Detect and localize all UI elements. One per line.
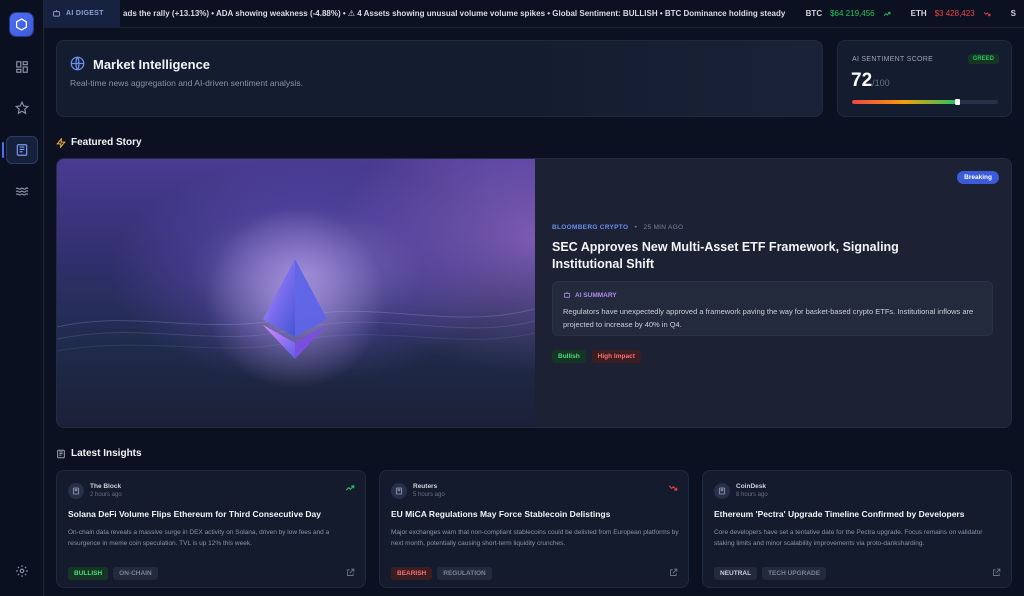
ai-summary-box: AI SUMMARY Regulators have unexpectedly … <box>552 281 993 336</box>
nav-news[interactable] <box>2 136 38 164</box>
source-avatar <box>391 483 407 499</box>
newspaper-icon <box>72 487 80 495</box>
newspaper-icon <box>57 449 65 458</box>
tag-high-impact: High Impact <box>591 350 641 363</box>
hexagon-icon <box>15 18 28 31</box>
insight-card[interactable]: CoinDesk 8 hours ago Ethereum 'Pectra' U… <box>702 470 1012 588</box>
ai-digest-label: AI DIGEST <box>66 10 104 17</box>
sentiment-gauge-marker <box>955 99 961 105</box>
trend-up-icon <box>883 11 891 16</box>
tag-category: TECH UPGRADE <box>762 567 827 580</box>
sentiment-badge: GREED <box>967 54 999 64</box>
robot-icon <box>563 292 571 298</box>
nav-markets[interactable] <box>6 177 38 205</box>
insight-tags: BULLISH ON-CHAIN <box>68 567 158 580</box>
ticker-bar: AI DIGEST ads the rally (+13.13%) • ADA … <box>44 0 1024 28</box>
featured-meta: BLOOMBERG CRYPTO • 25 MIN AGO <box>552 224 684 231</box>
logo[interactable] <box>10 13 33 36</box>
tag-bullish: Bullish <box>552 350 586 363</box>
insight-source: The Block <box>90 483 122 490</box>
featured-title[interactable]: SEC Approves New Multi-Asset ETF Framewo… <box>552 239 952 273</box>
ai-summary-label: AI SUMMARY <box>575 291 617 299</box>
source-avatar <box>714 483 730 499</box>
tag-bullish: BULLISH <box>68 567 109 580</box>
featured-section-label: Featured Story <box>71 137 142 148</box>
featured-section-title: Featured Story <box>56 137 142 148</box>
trend-down-icon <box>983 11 991 16</box>
insight-body: On-chain data reveals a massive surge in… <box>68 529 330 547</box>
sentiment-gauge-fill <box>852 100 958 104</box>
insight-time: 8 hours ago <box>736 492 768 498</box>
featured-time: 25 MIN AGO <box>643 224 684 231</box>
page-subtitle: Real-time news aggregation and AI-driven… <box>70 78 303 88</box>
ticker-symbol: BTC <box>805 9 823 18</box>
insight-tags: BEARISH REGULATION <box>391 567 492 580</box>
featured-body: Breaking BLOOMBERG CRYPTO • 25 MIN AGO S… <box>535 159 1011 427</box>
tag-category: REGULATION <box>437 567 492 580</box>
insight-title[interactable]: Solana DeFi Volume Flips Ethereum for Th… <box>68 509 358 519</box>
trend-up-icon <box>345 485 355 491</box>
newspaper-icon <box>718 487 726 495</box>
newspaper-icon <box>395 487 403 495</box>
insight-source: Reuters <box>413 483 438 490</box>
dashboard-icon <box>16 61 28 73</box>
featured-tags: Bullish High Impact <box>552 350 641 363</box>
ticker-symbol: S <box>1010 9 1016 18</box>
insight-card[interactable]: Reuters 5 hours ago EU MiCA Regulations … <box>379 470 689 588</box>
external-link-icon[interactable] <box>669 568 678 577</box>
insight-title[interactable]: EU MiCA Regulations May Force Stablecoin… <box>391 509 681 519</box>
sentiment-score: 72/100 <box>851 70 890 92</box>
nav-settings[interactable] <box>6 557 38 585</box>
sentiment-card: AI SENTIMENT SCORE GREED 72/100 <box>837 40 1012 117</box>
sidebar <box>0 0 44 596</box>
newspaper-icon <box>16 144 28 156</box>
sentiment-max: /100 <box>872 78 890 88</box>
gear-icon <box>16 565 28 577</box>
featured-story[interactable]: Breaking BLOOMBERG CRYPTO • 25 MIN AGO S… <box>56 158 1012 428</box>
nav-watchlist[interactable] <box>6 94 38 122</box>
sentiment-value: 72 <box>851 70 873 91</box>
insight-body: Core developers have set a tentative dat… <box>714 529 983 547</box>
ai-summary-header: AI SUMMARY <box>563 291 617 299</box>
ticker-price: $64 219,456 <box>830 9 875 18</box>
insight-time: 2 hours ago <box>90 492 122 498</box>
ticker-symbol: ETH <box>910 9 927 18</box>
insight-body: Major exchanges warn that non-compliant … <box>391 529 679 547</box>
lightning-icon <box>56 137 66 148</box>
source-avatar <box>68 483 84 499</box>
ticker-text: ads the rally (+13.13%) • ADA showing we… <box>123 9 786 18</box>
breaking-badge: Breaking <box>957 171 999 184</box>
tag-category: ON-CHAIN <box>113 567 158 580</box>
globe-icon <box>70 56 85 71</box>
waves-icon <box>15 187 29 196</box>
featured-image <box>57 159 536 427</box>
insight-card[interactable]: The Block 2 hours ago Solana DeFi Volume… <box>56 470 366 588</box>
ethereum-illustration <box>57 209 536 389</box>
ticker-prices: BTC $64 219,456 ETH $3 428,423 S <box>806 9 1024 18</box>
insight-title[interactable]: Ethereum 'Pectra' Upgrade Timeline Confi… <box>714 509 1004 519</box>
featured-source: BLOOMBERG CRYPTO <box>552 224 629 231</box>
external-link-icon[interactable] <box>346 568 355 577</box>
page-header: Market Intelligence Real-time news aggre… <box>56 40 823 117</box>
tag-neutral: NEUTRAL <box>714 567 758 580</box>
insights-section-title: Latest Insights <box>56 448 142 459</box>
trend-down-icon <box>668 485 678 491</box>
page-title: Market Intelligence <box>93 57 211 72</box>
tag-bearish: BEARISH <box>391 567 433 580</box>
ai-digest-badge: AI DIGEST <box>44 0 120 27</box>
external-link-icon[interactable] <box>992 568 1001 577</box>
sentiment-label: AI SENTIMENT SCORE <box>852 56 934 63</box>
nav-dashboard[interactable] <box>6 53 38 81</box>
app: AI DIGEST ads the rally (+13.13%) • ADA … <box>0 0 1024 596</box>
ticker-price: $3 428,423 <box>934 9 975 18</box>
robot-icon <box>53 10 60 17</box>
sentiment-gauge <box>852 100 998 104</box>
ai-summary-text: Regulators have unexpectedly approved a … <box>563 307 974 329</box>
star-icon <box>15 101 29 115</box>
insight-tags: NEUTRAL TECH UPGRADE <box>714 567 827 580</box>
insights-section-label: Latest Insights <box>71 448 142 459</box>
insight-time: 5 hours ago <box>413 492 445 498</box>
insight-source: CoinDesk <box>736 483 766 490</box>
